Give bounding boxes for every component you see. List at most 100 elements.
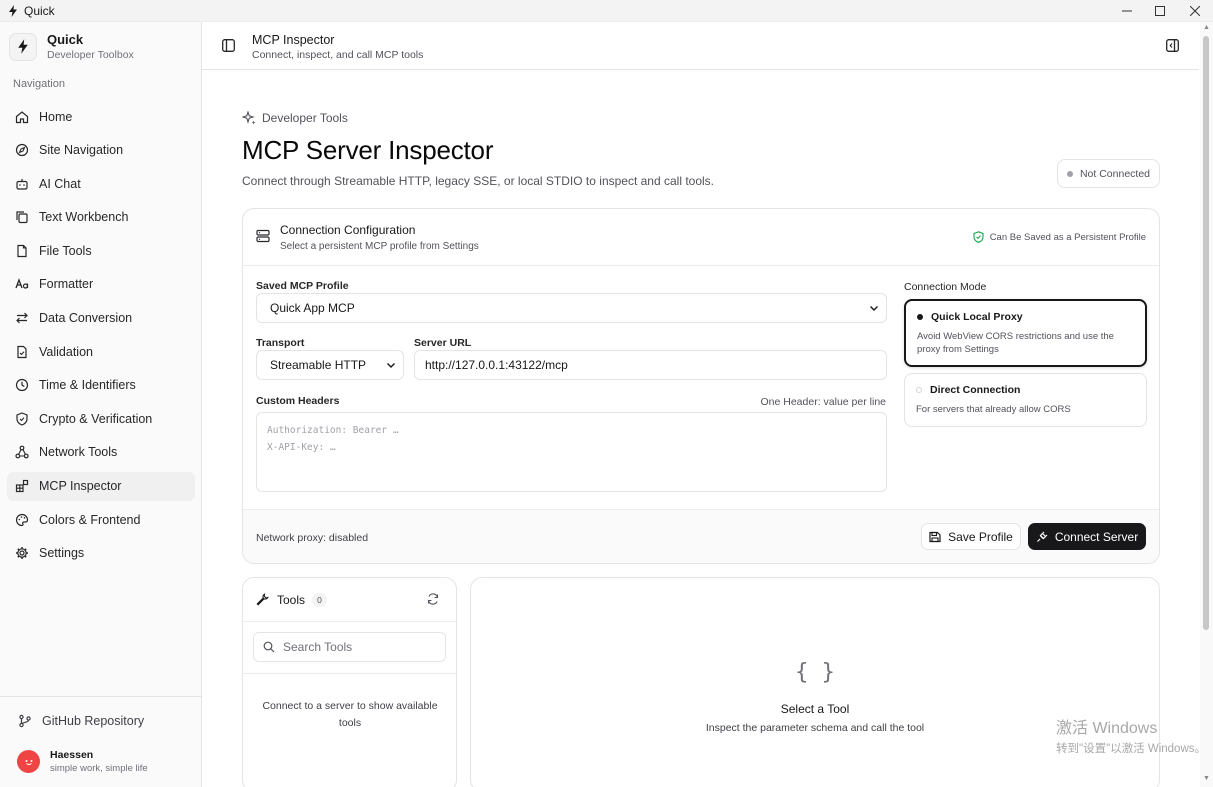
file-check-icon [17,345,27,358]
sidebar-item-network-tools[interactable]: Network Tools [7,438,195,467]
tools-divider [243,673,456,674]
mode-description: For servers that already allow CORS [916,404,1071,415]
sidebar-item-text-workbench[interactable]: Text Workbench [7,203,195,232]
profile-select-value: Quick App MCP [270,301,355,315]
nav-list: Home Site Navigation AI Chat Text Workbench… [7,102,195,572]
server-icon [256,229,270,243]
swap-arrows-icon [16,312,28,324]
sidebar-item-label: Site Navigation [39,143,124,158]
sidebar-item-label: Formatter [39,277,94,292]
clock-icon [15,379,29,392]
sidebar-item-site-navigation[interactable]: Site Navigation [7,136,195,165]
window-titlebar: Quick [0,0,1213,22]
bot-icon [16,178,28,190]
brand-subtitle: Developer Toolbox [47,49,134,61]
tools-card: Tools 0 Search Tools Connect to a server… [242,577,457,787]
minimize-button[interactable] [1110,0,1144,22]
palette-icon [15,513,29,526]
right-panel-toggle-button[interactable] [1166,39,1179,55]
persistent-profile-label: Can Be Saved as a Persistent Profile [989,231,1146,243]
sidebar-item-label: AI Chat [39,176,81,191]
vertical-scrollbar[interactable]: ▲ ▼ [1200,22,1213,787]
sidebar-item-formatter[interactable]: Formatter [7,270,195,299]
sidebar-item-label: Home [39,109,73,124]
shield-icon [16,412,28,426]
scrollbar-thumb[interactable] [1203,36,1209,630]
custom-headers-label: Custom Headers [256,395,340,407]
server-url-input[interactable]: http://127.0.0.1:43122/mcp [414,350,887,380]
panel-left-icon [222,39,235,52]
search-tools-input[interactable]: Search Tools [253,632,446,662]
refresh-icon[interactable] [427,593,439,605]
eyebrow: Developer Tools [242,111,348,125]
brand-name: Quick [47,32,84,47]
sidebar-item-label: Colors & Frontend [39,512,141,527]
headers-placeholder-line: Authorization: Bearer … [267,425,399,436]
page-description: Connect through Streamable HTTP, legacy … [242,174,715,188]
scroll-up-icon[interactable]: ▲ [1203,24,1210,31]
github-link-label: GitHub Repository [42,714,145,728]
sidebar-item-label: File Tools [39,243,92,258]
sidebar-item-label: Data Conversion [39,311,133,326]
search-icon [263,641,275,653]
save-profile-button[interactable]: Save Profile [921,523,1021,550]
header-subtitle: Connect, inspect, and call MCP tools [252,49,424,61]
panel-right-icon [1166,39,1179,52]
watermark-line: 转到"设置"以激活 Windows。 [1056,743,1207,755]
window-title: Quick [24,3,55,18]
chevron-down-icon [870,306,878,311]
connection-config-card: Connection Configuration Select a persis… [242,208,1160,564]
radio-selected-icon [917,314,923,320]
sidebar-item-data-conversion[interactable]: Data Conversion [7,304,195,333]
plug-icon [1036,531,1048,542]
sidebar-item-ai-chat[interactable]: AI Chat [7,169,195,198]
sidebar-toggle-button[interactable] [222,39,235,55]
sidebar-item-mcp-inspector[interactable]: MCP Inspector [7,471,195,501]
sidebar-item-crypto-verification[interactable]: Crypto & Verification [7,404,195,433]
compass-icon [15,143,29,157]
avatar [17,750,40,773]
sidebar-item-colors-frontend[interactable]: Colors & Frontend [7,505,195,534]
sidebar-item-time-identifiers[interactable]: Time & Identifiers [7,371,195,400]
sidebar-item-home[interactable]: Home [7,102,195,131]
sidebar-item-label: MCP Inspector [39,479,122,494]
sidebar-item-validation[interactable]: Validation [7,337,195,366]
search-tools-placeholder: Search Tools [283,640,353,654]
profile-select[interactable]: Quick App MCP [256,293,887,323]
close-button[interactable] [1178,0,1212,22]
page-title: MCP Server Inspector [242,135,494,165]
mode-option-quick-local-proxy[interactable]: Quick Local Proxy Avoid WebView CORS res… [904,299,1147,367]
mode-option-direct-connection[interactable]: Direct Connection For servers that alrea… [904,373,1147,427]
config-subtitle: Select a persistent MCP profile from Set… [280,241,479,252]
custom-headers-textarea[interactable]: Authorization: Bearer … X-API-Key: … [256,412,887,492]
scroll-down-icon[interactable]: ▼ [1203,775,1210,782]
sidebar-item-file-tools[interactable]: File Tools [7,236,195,265]
headers-placeholder-line: X-API-Key: … [267,442,336,453]
user-profile[interactable]: Haessen simple work, simple life [17,749,148,774]
config-card-footer: Network proxy: disabled Save Profile Con… [243,509,1159,563]
tools-empty-line: Connect to a server to show available [262,700,438,712]
sidebar-item-label: Settings [39,546,85,561]
network-icon [15,446,29,459]
github-link[interactable]: GitHub Repository [18,714,144,728]
wrench-icon [256,593,269,606]
maximize-button[interactable] [1143,0,1177,22]
header-title: MCP Inspector [252,33,335,47]
shield-check-icon [973,231,984,243]
lightning-icon [18,39,28,54]
copy-icon [16,211,28,224]
tools-title: Tools [277,593,306,607]
brand[interactable]: Quick Developer Toolbox [9,32,134,61]
custom-headers-hint: One Header: value per line [760,396,887,408]
connection-mode-label: Connection Mode [904,281,987,293]
sidebar-item-settings[interactable]: Settings [7,539,195,568]
transport-select[interactable]: Streamable HTTP [256,350,404,380]
git-branch-icon [19,714,31,728]
maximize-icon [1155,6,1165,16]
tools-empty-line: tools [338,717,362,729]
sidebar-item-label: Crypto & Verification [39,411,153,426]
status-dot [1066,170,1073,177]
windows-activation-watermark: 激活 Windows 转到"设置"以激活 Windows。 [1056,714,1206,756]
connection-status-badge: Not Connected [1057,159,1160,188]
connect-server-button[interactable]: Connect Server [1028,523,1146,550]
